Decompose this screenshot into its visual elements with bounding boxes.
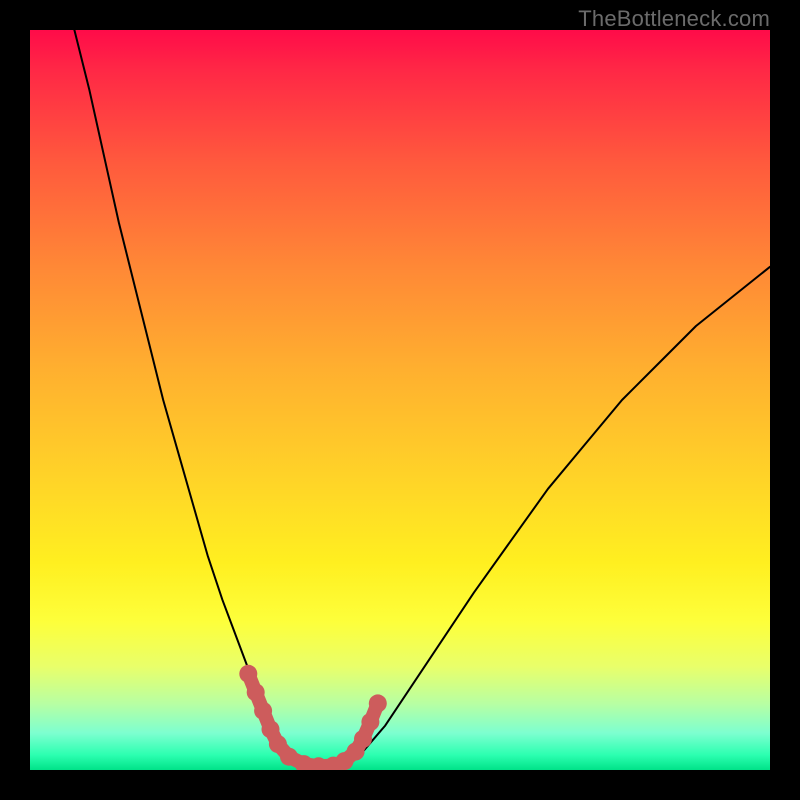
bead-point (369, 694, 387, 712)
bead-points-group (239, 665, 386, 770)
chart-frame (30, 30, 770, 770)
chart-svg (30, 30, 770, 770)
bead-point (239, 665, 257, 683)
bead-point (361, 713, 379, 731)
series-bottleneck-curve (74, 30, 770, 766)
bead-point (354, 730, 372, 748)
watermark-text: TheBottleneck.com (578, 6, 770, 32)
bead-point (247, 683, 265, 701)
bead-point (254, 702, 272, 720)
